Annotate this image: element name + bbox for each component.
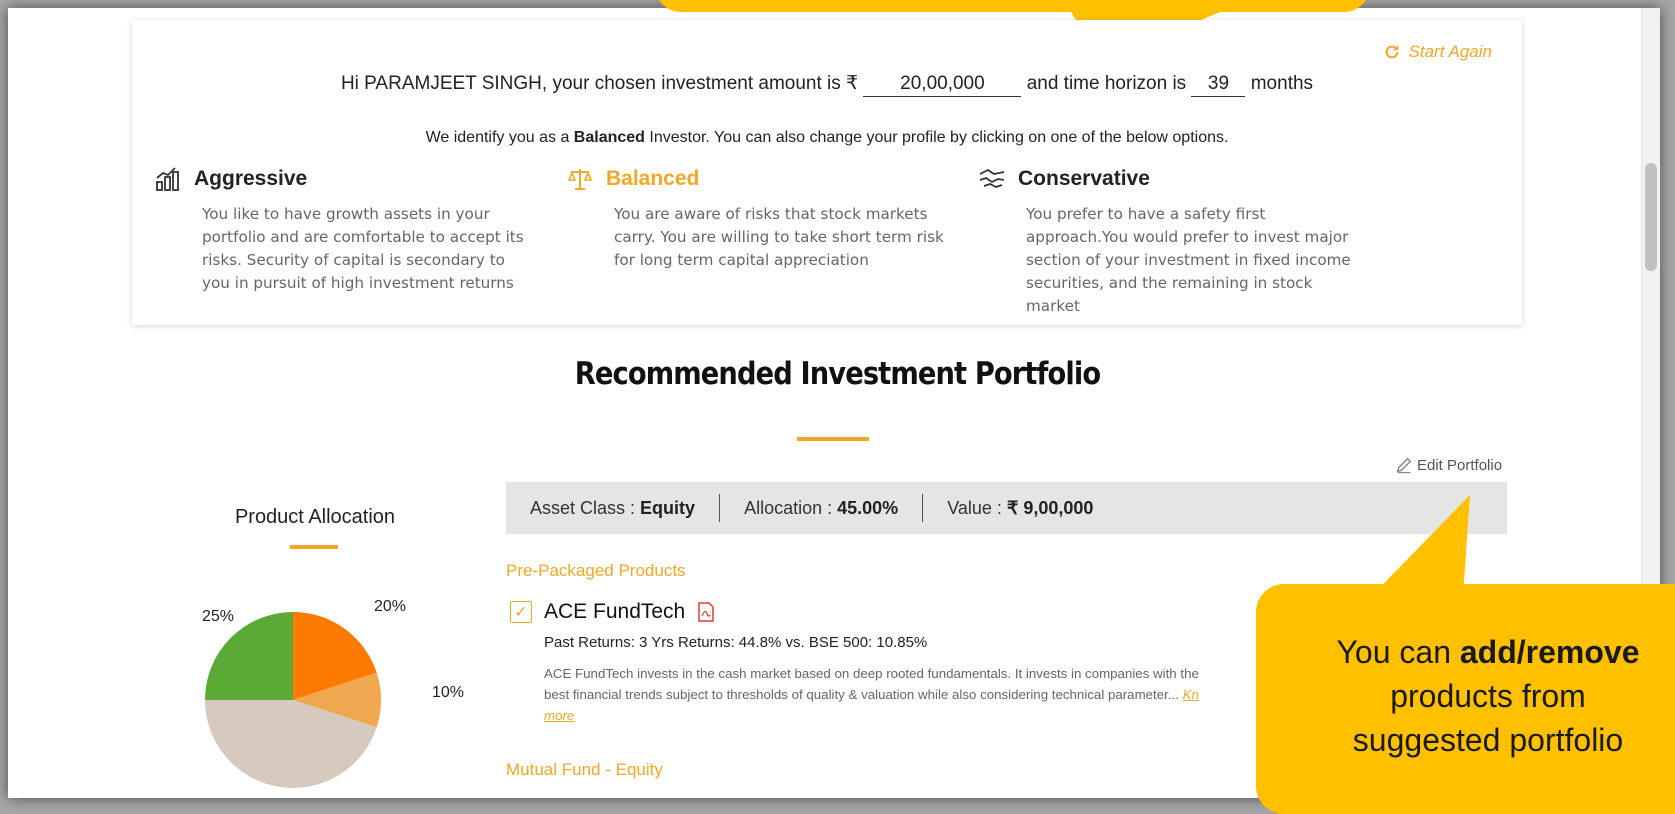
section-title: Recommended Investment Portfolio [574, 356, 1101, 392]
pie-label: 25% [202, 608, 235, 625]
edit-portfolio-link[interactable]: Edit Portfolio [1395, 456, 1502, 474]
value-label: Value : [947, 497, 1002, 518]
pencil-icon [1396, 457, 1412, 474]
profile-card: Start Again Hi PARAMJEET SINGH, your cho… [132, 20, 1522, 325]
profile-description: You like to have growth assets in your p… [202, 205, 524, 292]
past-returns: Past Returns: 3 Yrs Returns: 44.8% vs. B… [544, 634, 928, 651]
greeting: Hi PARAMJEET SINGH, your chosen investme… [132, 72, 1522, 97]
allocation-label: Allocation : [744, 497, 833, 518]
callout-text-pre: You can [1336, 634, 1451, 670]
value-amount: ₹ 9,00,000 [1006, 497, 1094, 518]
months-text: months [1250, 73, 1314, 94]
asset-class-value: Equity [640, 497, 696, 518]
refresh-icon [1385, 44, 1398, 59]
allocation-underline [290, 545, 338, 549]
identify-prefix: We identify you as a [425, 129, 570, 146]
profile-aggressive[interactable]: Aggressive You like to have growth asset… [154, 165, 534, 295]
allocation-pie-chart: 25% 20% 10% [190, 598, 490, 798]
time-horizon-field[interactable]: 39 [1191, 72, 1246, 97]
profile-balanced[interactable]: Balanced You are aware of risks that sto… [566, 165, 946, 272]
know-more-link[interactable]: more [544, 708, 574, 723]
product-description: ACE FundTech invests in the cash market … [544, 663, 1304, 726]
callout-text-line: products from [1390, 678, 1586, 714]
allocation-value: 45.00% [837, 497, 899, 518]
asset-class: Asset Class : Equity [506, 498, 719, 519]
handshake-icon [978, 165, 1006, 193]
allocation: Allocation : 45.00% [720, 498, 922, 519]
product-item: ✓ ACE FundTech Past Returns: 3 Yrs Retur… [510, 600, 1270, 726]
product-desc-line: ACE FundTech invests in the cash market … [544, 666, 1199, 681]
greeting-text: Hi PARAMJEET SINGH, your chosen investme… [340, 73, 841, 94]
currency-symbol: ₹ [846, 73, 859, 94]
profile-options: Aggressive You like to have growth asset… [154, 165, 1494, 325]
profile-title: Aggressive [194, 167, 308, 190]
profile-description: You are aware of risks that stock market… [614, 205, 944, 269]
profile-description: You prefer to have a safety first approa… [1026, 205, 1351, 315]
know-more-link[interactable]: Kn [1183, 687, 1199, 702]
pie-label: 20% [374, 598, 407, 615]
callout-text-bold: add/remove [1459, 634, 1640, 670]
allocation-heading: Product Allocation [234, 506, 396, 528]
right-callout-text: You can add/remove products from suggest… [1258, 630, 1675, 762]
scrollbar-thumb[interactable] [1645, 163, 1657, 271]
edit-portfolio-label: Edit Portfolio [1417, 456, 1503, 474]
top-callout [655, 0, 1370, 12]
identify-suffix: Investor. You can also change your profi… [649, 129, 1229, 146]
profile-title: Balanced [606, 167, 700, 190]
investment-amount-field[interactable]: 20,00,000 [863, 72, 1022, 97]
asset-class-label: Asset Class : [530, 497, 636, 518]
start-again-button[interactable]: Start Again [1383, 42, 1492, 62]
start-again-label: Start Again [1408, 42, 1492, 61]
product-checkbox[interactable]: ✓ [510, 601, 532, 623]
horizon-text: and time horizon is [1026, 73, 1187, 94]
product-name[interactable]: ACE FundTech [544, 600, 685, 624]
chart-growth-icon [154, 165, 182, 193]
pie-label: 10% [432, 684, 465, 701]
asset-class-bar: Asset Class : Equity Allocation : 45.00%… [506, 482, 1507, 534]
value: Value : ₹ 9,00,000 [923, 498, 1117, 519]
profile-title: Conservative [1018, 167, 1150, 190]
title-underline [797, 437, 869, 441]
callout-text-line: suggested portfolio [1352, 722, 1624, 758]
pdf-icon[interactable] [697, 602, 715, 622]
prepackaged-heading: Pre-Packaged Products [506, 561, 686, 580]
product-desc-line: best financial trends subject to thresho… [544, 687, 1179, 702]
identified-profile: Balanced [573, 129, 645, 146]
profile-conservative[interactable]: Conservative You prefer to have a safety… [978, 165, 1358, 318]
investor-identify-text: We identify you as a Balanced Investor. … [132, 129, 1522, 147]
scale-icon [566, 165, 594, 193]
mutual-fund-heading: Mutual Fund - Equity [506, 760, 663, 779]
